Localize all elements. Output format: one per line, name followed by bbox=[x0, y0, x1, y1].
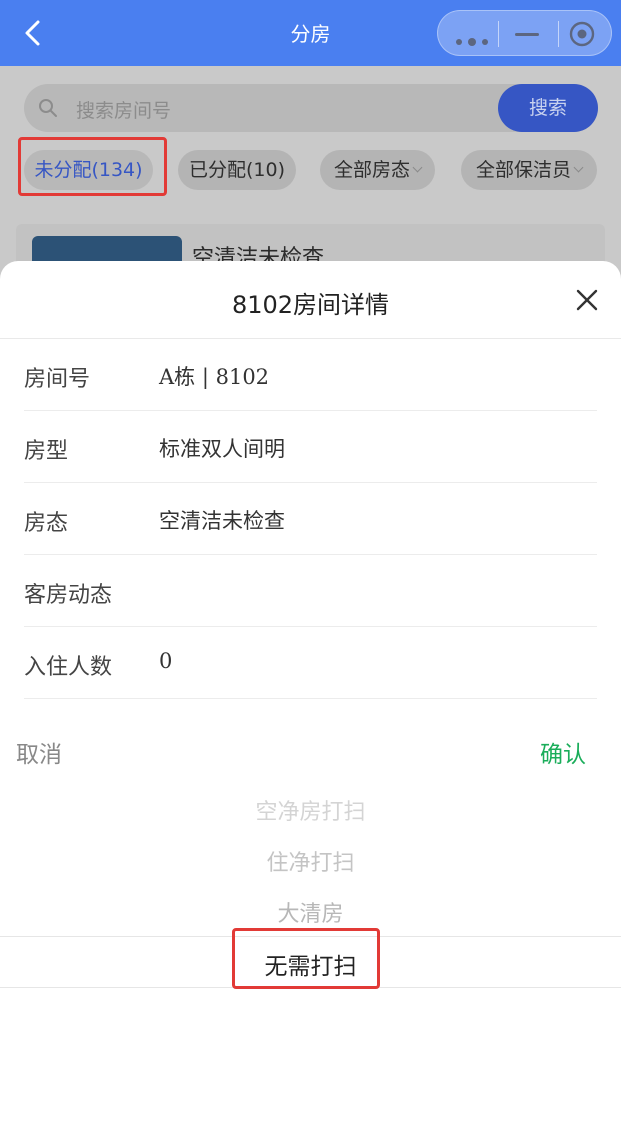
sheet-title: 8102房间详情 bbox=[231, 291, 390, 319]
filter-room-status-label: 全部房态 bbox=[333, 159, 410, 181]
capsule-divider bbox=[498, 21, 499, 47]
detail-value: 0 bbox=[159, 649, 173, 673]
search-placeholder: 搜索房间号 bbox=[76, 100, 172, 122]
detail-label: 房态 bbox=[24, 511, 69, 536]
target-close-icon[interactable] bbox=[569, 21, 595, 47]
search-button[interactable]: 搜索 bbox=[498, 84, 598, 132]
search-icon bbox=[38, 98, 58, 118]
detail-row-room-type: 房型 标准双人间明 bbox=[24, 411, 597, 483]
picker-confirm-button[interactable]: 确认 bbox=[540, 735, 586, 769]
detail-row-room-dynamic: 客房动态 bbox=[24, 555, 597, 627]
filter-cleaner-label: 全部保洁员 bbox=[475, 159, 571, 181]
more-dots-icon[interactable] bbox=[455, 31, 489, 46]
detail-label: 房型 bbox=[24, 439, 69, 464]
picker-option[interactable]: 大清房 bbox=[0, 896, 621, 928]
picker-option[interactable]: 住净打扫 bbox=[0, 845, 621, 877]
detail-value: A栋 | 8102 bbox=[159, 365, 270, 389]
close-icon[interactable] bbox=[574, 287, 600, 313]
detail-row-occupants: 入住人数 0 bbox=[24, 627, 597, 699]
minimize-icon[interactable] bbox=[515, 33, 539, 36]
room-detail-sheet: 8102房间详情 房间号 A栋 | 8102 房型 标准双人间明 房态 空清洁未… bbox=[0, 261, 621, 1140]
filter-room-status[interactable]: 全部房态 bbox=[320, 150, 435, 190]
detail-row-room-status: 房态 空清洁未检查 bbox=[24, 483, 597, 555]
filter-cleaner[interactable]: 全部保洁员 bbox=[461, 150, 597, 190]
detail-label: 入住人数 bbox=[24, 655, 113, 680]
detail-label: 房间号 bbox=[24, 367, 91, 392]
picker-option[interactable]: 空净房打扫 bbox=[0, 794, 621, 826]
search-input[interactable]: 搜索房间号 搜索 bbox=[24, 84, 598, 132]
chevron-down-icon bbox=[573, 162, 584, 173]
detail-label: 客房动态 bbox=[24, 583, 113, 608]
picker-cancel-button[interactable]: 取消 bbox=[16, 735, 62, 769]
filter-assigned[interactable]: 已分配(10) bbox=[178, 150, 296, 190]
mini-program-capsule bbox=[437, 10, 612, 56]
detail-value: 空清洁未检查 bbox=[159, 509, 285, 533]
detail-value: 标准双人间明 bbox=[159, 437, 285, 461]
highlight-box bbox=[232, 928, 380, 989]
nav-bar: 分房 bbox=[0, 0, 621, 66]
chevron-down-icon bbox=[412, 162, 423, 173]
detail-row-room-number: 房间号 A栋 | 8102 bbox=[24, 339, 597, 411]
capsule-divider bbox=[558, 21, 559, 47]
highlight-box bbox=[18, 137, 167, 196]
